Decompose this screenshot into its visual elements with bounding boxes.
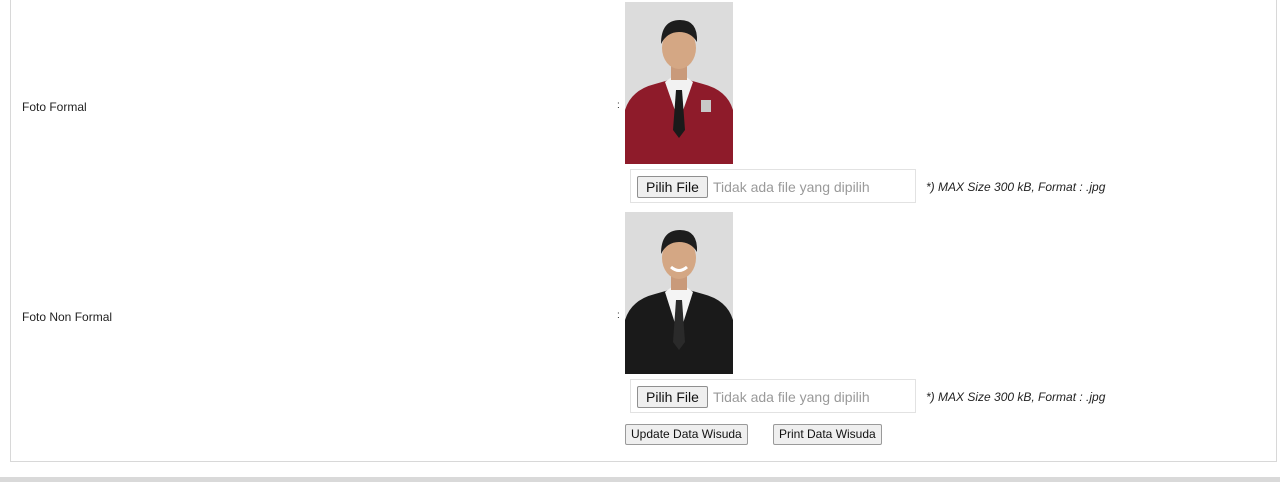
foto-non-formal-file-input[interactable]: Pilih File Tidak ada file yang dipilih [630,379,916,413]
foto-formal-file-input[interactable]: Pilih File Tidak ada file yang dipilih [630,169,916,203]
foto-formal-colon: : [617,100,620,111]
foto-formal-choose-file-button[interactable]: Pilih File [637,176,708,198]
foto-formal-label: Foto Formal [22,100,87,114]
update-data-wisuda-button[interactable]: Update Data Wisuda [625,424,748,445]
foto-non-formal-colon: : [617,310,620,321]
foto-formal-file-status: Tidak ada file yang dipilih [713,179,870,195]
foto-non-formal-size-note: *) MAX Size 300 kB, Format : .jpg [926,390,1106,404]
foto-non-formal-image [625,212,733,374]
print-data-wisuda-button[interactable]: Print Data Wisuda [773,424,882,445]
bottom-divider [0,477,1280,482]
foto-formal-image [625,2,733,164]
foto-formal-size-note: *) MAX Size 300 kB, Format : .jpg [926,180,1106,194]
foto-non-formal-choose-file-button[interactable]: Pilih File [637,386,708,408]
foto-non-formal-file-status: Tidak ada file yang dipilih [713,389,870,405]
foto-non-formal-label: Foto Non Formal [22,310,113,324]
